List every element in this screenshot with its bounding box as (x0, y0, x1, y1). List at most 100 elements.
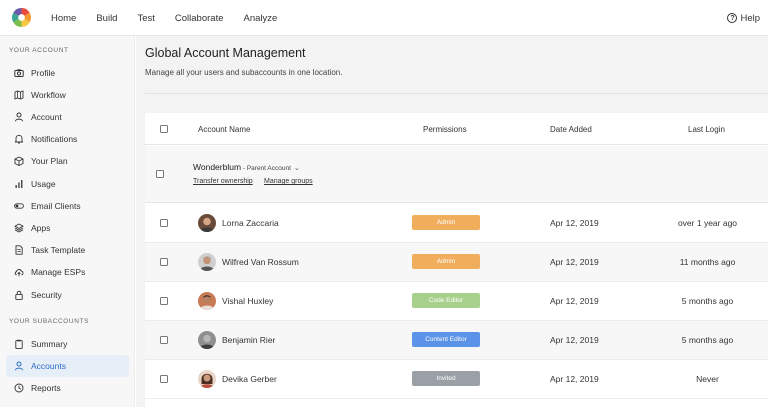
sidebar-item-manage-esps[interactable]: Manage ESPs (6, 261, 129, 283)
column-header-permissions[interactable]: Permissions (423, 125, 467, 134)
box-icon (14, 156, 24, 166)
user-name: Wilfred Van Rossum (222, 257, 299, 267)
parent-account-name[interactable]: Wonderblum - Parent Account ⌄ (193, 162, 300, 172)
last-login: 5 months ago (681, 296, 734, 306)
user-name: Benjamin Rier (222, 335, 276, 345)
table-row[interactable]: Wilfred Van Rossum Admin Apr 12, 2019 11… (145, 243, 768, 282)
avatar (198, 214, 216, 232)
sidebar-item-label: Reports (31, 383, 61, 393)
date-added: Apr 12, 2019 (550, 335, 599, 345)
toggle-icon (14, 201, 24, 211)
column-header-account-name[interactable]: Account Name (198, 125, 250, 134)
row-checkbox[interactable] (160, 375, 168, 383)
sidebar-item-label: Security (31, 290, 62, 300)
sidebar-item-label: Profile (31, 68, 56, 78)
question-icon: ? (727, 13, 738, 23)
nav-test[interactable]: Test (137, 13, 154, 24)
sidebar-item-task-template[interactable]: Task Template (6, 239, 129, 261)
clock-icon (14, 383, 24, 393)
table-row[interactable]: Benjamin Rier Content Editor Apr 12, 201… (145, 321, 768, 360)
sidebar-item-accounts[interactable]: Accounts (6, 355, 129, 377)
date-added: Apr 12, 2019 (550, 374, 599, 384)
sidebar-item-workflow[interactable]: Workflow (6, 84, 129, 106)
last-login: over 1 year ago (677, 218, 738, 228)
clipboard-icon (14, 339, 24, 349)
sidebar: YOUR ACCOUNT Profile Workflow Account No… (0, 36, 135, 407)
user-icon (14, 112, 24, 122)
nav-home[interactable]: Home (51, 13, 76, 24)
your-account-heading: YOUR ACCOUNT (9, 47, 69, 54)
table-row[interactable]: Lorna Zaccaria Admin Apr 12, 2019 over 1… (145, 204, 768, 243)
sidebar-item-label: Apps (31, 223, 51, 233)
row-checkbox[interactable] (160, 336, 168, 344)
sidebar-item-label: Task Template (31, 245, 86, 255)
nav-build[interactable]: Build (96, 13, 117, 24)
user-icon (14, 361, 24, 371)
camera-icon (14, 68, 24, 78)
chevron-down-icon: ⌄ (293, 165, 300, 172)
accounts-table: Account Name Permissions Date Added Last… (145, 113, 768, 407)
sidebar-item-label: Notifications (31, 134, 78, 144)
table-row[interactable]: Vishal Huxley Code Editor Apr 12, 2019 5… (145, 282, 768, 321)
sidebar-item-account[interactable]: Account (6, 106, 129, 128)
sidebar-item-reports[interactable]: Reports (6, 377, 129, 399)
page-title: Global Account Management (145, 46, 306, 60)
lock-icon (14, 290, 24, 300)
last-login: 11 months ago (679, 257, 736, 267)
avatar (198, 292, 216, 310)
avatar (198, 331, 216, 349)
permission-badge[interactable]: Admin (412, 254, 480, 269)
row-checkbox[interactable] (160, 258, 168, 266)
cloud-upload-icon (14, 267, 24, 277)
date-added: Apr 12, 2019 (550, 218, 599, 228)
document-icon (14, 245, 24, 255)
sidebar-item-profile[interactable]: Profile (6, 62, 129, 84)
your-subaccounts-heading: YOUR SUBACCOUNTS (9, 318, 90, 325)
parent-row-checkbox[interactable] (156, 170, 164, 178)
table-row[interactable]: Devika Gerber Invited Apr 12, 2019 Never (145, 360, 768, 399)
row-checkbox[interactable] (160, 297, 168, 305)
top-bar: Home Build Test Collaborate Analyze ? He… (0, 0, 768, 36)
divider (145, 93, 768, 94)
nav-analyze[interactable]: Analyze (244, 13, 278, 24)
nav-collaborate[interactable]: Collaborate (175, 13, 224, 24)
manage-groups-link[interactable]: Manage groups (264, 178, 313, 185)
last-login: Never (696, 374, 719, 384)
sidebar-item-email-clients[interactable]: Email Clients (6, 195, 129, 217)
map-icon (14, 90, 24, 100)
sidebar-item-security[interactable]: Security (6, 284, 129, 306)
permission-badge[interactable]: Invited (412, 371, 480, 386)
last-login: 5 months ago (681, 335, 734, 345)
sidebar-item-label: Account (31, 112, 62, 122)
permission-badge[interactable]: Code Editor (412, 293, 480, 308)
parent-account-title: Wonderblum (193, 162, 242, 172)
sidebar-item-your-plan[interactable]: Your Plan (6, 150, 129, 172)
bell-icon (14, 134, 24, 144)
parent-account-row: Wonderblum - Parent Account ⌄ Transfer ow… (145, 146, 768, 203)
sidebar-item-notifications[interactable]: Notifications (6, 128, 129, 150)
layers-icon (14, 223, 24, 233)
sidebar-item-apps[interactable]: Apps (6, 217, 129, 239)
sidebar-item-label: Email Clients (31, 201, 81, 211)
sidebar-item-label: Your Plan (31, 156, 68, 166)
date-added: Apr 12, 2019 (550, 296, 599, 306)
date-added: Apr 12, 2019 (550, 257, 599, 267)
permission-badge[interactable]: Content Editor (412, 332, 480, 347)
logo-icon[interactable] (11, 7, 32, 28)
sidebar-item-summary[interactable]: Summary (6, 333, 129, 355)
select-all-checkbox[interactable] (160, 125, 168, 133)
main-content: Global Account Management Manage all you… (136, 36, 768, 407)
row-checkbox[interactable] (160, 219, 168, 227)
sidebar-item-label: Workflow (31, 90, 66, 100)
help-label: Help (740, 12, 760, 24)
column-header-last-login[interactable]: Last Login (688, 125, 725, 134)
transfer-ownership-link[interactable]: Transfer ownership (193, 178, 253, 185)
sidebar-item-label: Summary (31, 339, 68, 349)
sidebar-item-label: Usage (31, 179, 56, 189)
avatar (198, 370, 216, 388)
sidebar-item-usage[interactable]: Usage (6, 173, 129, 195)
table-header: Account Name Permissions Date Added Last… (145, 113, 768, 145)
column-header-date-added[interactable]: Date Added (550, 125, 592, 134)
help-link[interactable]: ? Help (727, 0, 760, 36)
permission-badge[interactable]: Admin (412, 215, 480, 230)
